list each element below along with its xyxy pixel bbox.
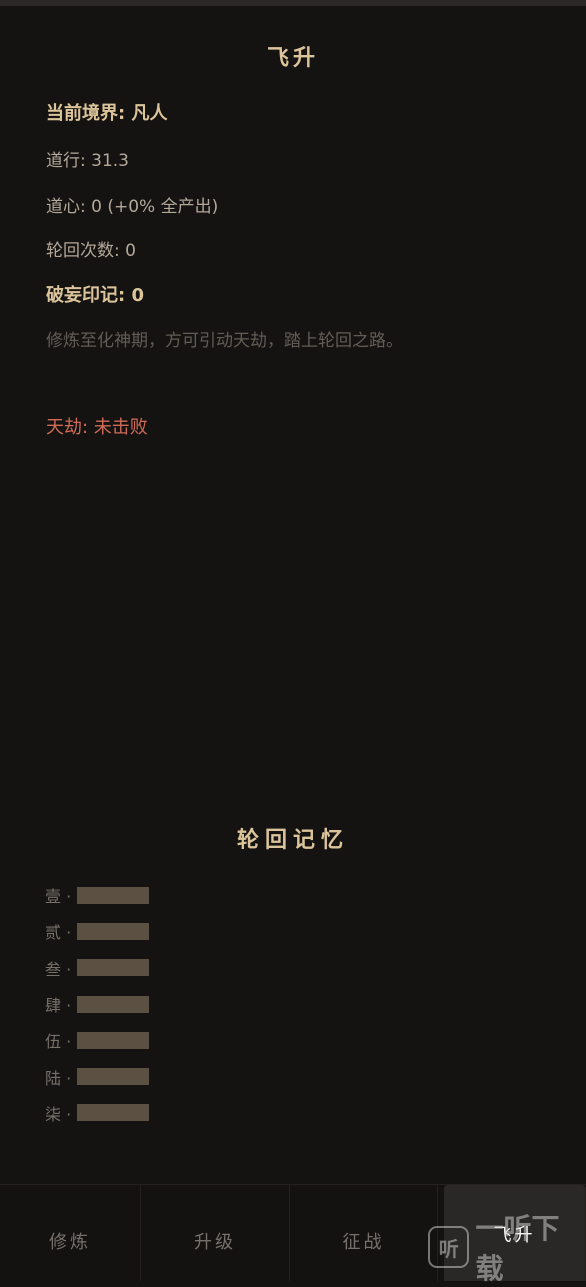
watermark: 听 一听下载	[428, 1212, 586, 1285]
ascension-hint: 修炼至化神期，方可引动天劫，踏上轮回之路。	[46, 331, 403, 351]
memory-list: 壹 · 贰 · 叁 · 肆 · 伍 · 陆 · 柒 ·	[45, 877, 149, 1131]
tab-battle[interactable]: 征战	[290, 1185, 438, 1281]
status-bar	[0, 0, 586, 6]
locked-memory-bar	[77, 1068, 149, 1086]
watermark-text: 一听下载	[475, 1212, 560, 1285]
locked-memory-bar	[77, 959, 149, 977]
memory-item: 叁 ·	[45, 950, 149, 986]
locked-memory-bar	[77, 922, 149, 940]
memory-label: 叁 ·	[45, 959, 72, 979]
memory-item: 柒 ·	[45, 1095, 149, 1131]
memory-label: 肆 ·	[45, 996, 72, 1016]
memory-item: 贰 ·	[45, 913, 149, 949]
realm-text: 当前境界: 凡人	[46, 103, 168, 124]
memory-label: 贰 ·	[45, 923, 72, 943]
locked-memory-bar	[77, 1031, 149, 1049]
pojin-mark-text: 破妄印记: 0	[46, 285, 144, 306]
memory-item: 陆 ·	[45, 1058, 149, 1094]
memory-label: 陆 ·	[45, 1068, 72, 1088]
memory-label: 柒 ·	[45, 1104, 72, 1124]
locked-memory-bar	[77, 995, 149, 1013]
tab-cultivate[interactable]: 修炼	[0, 1185, 141, 1281]
memory-label: 壹 ·	[45, 887, 72, 907]
watermark-logo-icon: 听	[428, 1226, 470, 1268]
tab-upgrade[interactable]: 升级	[141, 1185, 290, 1281]
memory-item: 肆 ·	[45, 986, 149, 1022]
daoxing-text: 道行: 31.3	[46, 151, 129, 171]
reincarnation-count: 轮回次数: 0	[46, 241, 136, 261]
memory-section-title: 轮回记忆	[236, 828, 349, 853]
tribulation-status: 天劫: 未击败	[46, 417, 148, 438]
memory-label: 伍 ·	[45, 1032, 72, 1052]
memory-item: 伍 ·	[45, 1022, 149, 1058]
locked-memory-bar	[77, 886, 149, 904]
daoxin-text: 道心: 0 (+0% 全产出)	[46, 197, 219, 217]
page-title: 飞升	[266, 46, 319, 71]
memory-item: 壹 ·	[45, 877, 149, 913]
locked-memory-bar	[77, 1104, 149, 1122]
